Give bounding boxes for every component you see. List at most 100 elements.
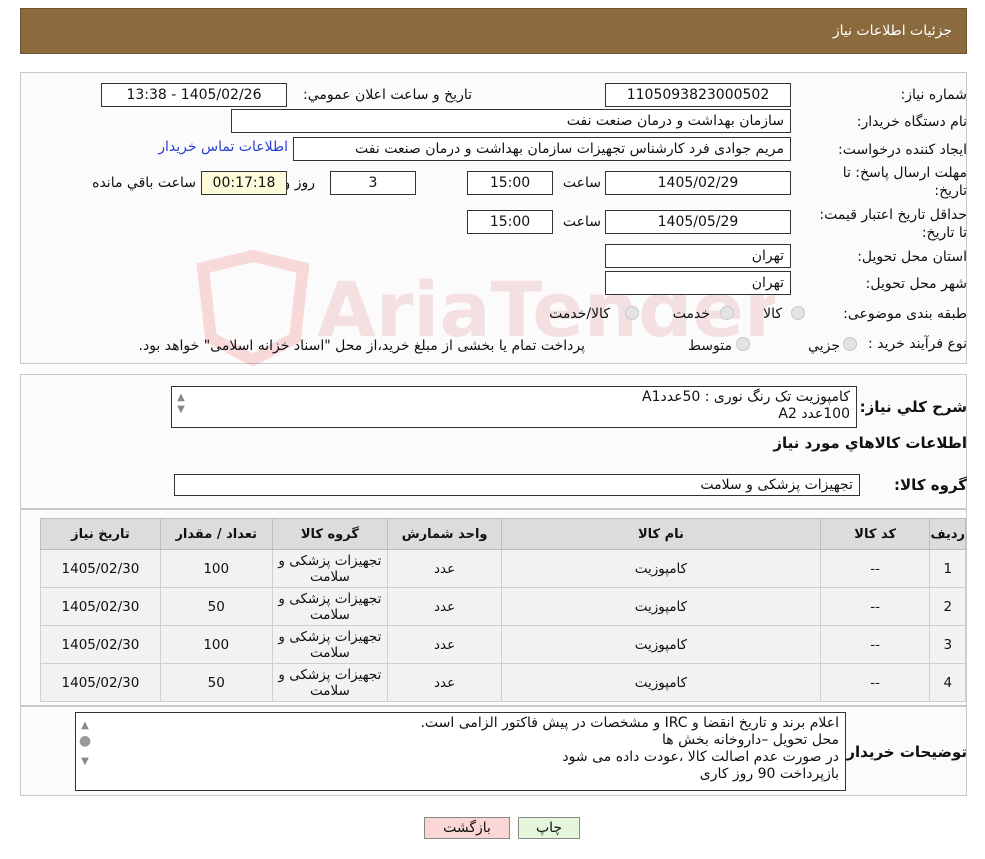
process-payment-note: پرداخت تمام یا بخشی از مبلغ خرید،از محل …	[138, 338, 585, 354]
announce-datetime-field: 1405/02/26 - 13:38	[101, 83, 287, 107]
notes-line-1: اعلام برند و تاریخ انقضا و IRC و مشخصات …	[420, 715, 839, 731]
category-goods-service-radio[interactable]	[625, 306, 639, 320]
summary-scroll-down-icon[interactable]: ▼	[174, 401, 188, 418]
page-title: جزئیات اطلاعات نیاز	[832, 23, 952, 39]
price-validity-label: حداقل تاریخ اعتبار قیمت: تا تاریخ:	[819, 207, 967, 241]
category-service-label: خدمت	[672, 306, 710, 322]
announce-datetime-label: تاریخ و ساعت اعلان عمومي:	[303, 87, 472, 103]
category-service-radio[interactable]	[720, 306, 734, 320]
deadline-time-label: ساعت	[562, 175, 601, 191]
goods-group-label: گروه کالا:	[894, 476, 967, 494]
process-medium-label: متوسط	[688, 338, 732, 354]
cell-need-date: 1405/02/30	[40, 663, 161, 702]
price-validity-time-field: 15:00	[467, 210, 553, 234]
cell-row: 2	[929, 587, 966, 626]
cell-name: کامپوزیت	[500, 587, 821, 626]
category-label: طبقه بندی موضوعی:	[843, 306, 967, 322]
city-field: تهران	[605, 271, 791, 295]
province-label: استان محل تحویل:	[857, 249, 967, 265]
cell-code: --	[819, 587, 931, 626]
buyer-notes-textarea[interactable]: ▲ ● ▼ اعلام برند و تاریخ انقضا و IRC و م…	[75, 712, 846, 791]
cell-row: 1	[929, 549, 966, 588]
deadline-time-field: 15:00	[467, 171, 553, 195]
col-quantity: تعداد / مقدار	[159, 518, 273, 550]
days-remaining-field: 3	[330, 171, 416, 195]
cell-group: تجهیزات پزشکی و سلامت	[271, 587, 389, 626]
cell-need-date: 1405/02/30	[40, 587, 161, 626]
cell-code: --	[819, 549, 931, 588]
cell-name: کامپوزیت	[500, 663, 821, 702]
buyer-contact-link[interactable]: اطلاعات تماس خریدار	[158, 139, 288, 155]
price-validity-time-label: ساعت	[562, 214, 601, 230]
buyer-org-field: سازمان بهداشت و درمان صنعت نفت	[231, 109, 791, 133]
cell-quantity: 100	[159, 549, 273, 588]
creator-field: مریم جوادی فرد کارشناس تجهیزات سازمان به…	[293, 137, 791, 161]
province-field: تهران	[605, 244, 791, 268]
process-type-label: نوع فرآیند خرید :	[868, 336, 967, 352]
back-button[interactable]: بازگشت	[424, 817, 510, 839]
deadline-date-field: 1405/02/29	[605, 171, 791, 195]
city-label: شهر محل تحویل:	[865, 276, 967, 292]
cell-unit: عدد	[387, 663, 502, 702]
cell-group: تجهیزات پزشکی و سلامت	[271, 663, 389, 702]
category-goods-label: کالا	[763, 306, 782, 322]
cell-code: --	[819, 663, 931, 702]
cell-unit: عدد	[387, 625, 502, 664]
deadline-label: مهلت ارسال پاسخ: تا تاریخ:	[842, 165, 967, 199]
page-header: جزئیات اطلاعات نیاز	[20, 8, 967, 54]
remaining-time-field: 00:17:18	[201, 171, 287, 195]
need-number-field: 1105093823000502	[605, 83, 791, 107]
print-button[interactable]: چاپ	[518, 817, 580, 839]
cell-group: تجهیزات پزشکی و سلامت	[271, 549, 389, 588]
items-table: ردیف کد کالا نام کالا واحد شمارش گروه کا…	[40, 518, 966, 702]
category-goods-radio[interactable]	[791, 306, 805, 320]
remaining-time-label: ساعت باقي مانده	[92, 175, 196, 191]
notes-line-3: در صورت عدم اصالت کالا ،عودت داده می شود	[562, 749, 839, 765]
notes-line-2: محل تحویل –داروخانه بخش ها	[661, 732, 839, 748]
col-name: نام کالا	[500, 518, 821, 550]
process-minor-label: جزيي	[808, 338, 840, 354]
category-goods-service-label: کالا/خدمت	[549, 306, 610, 322]
cell-row: 3	[929, 625, 966, 664]
cell-need-date: 1405/02/30	[40, 549, 161, 588]
cell-quantity: 50	[159, 663, 273, 702]
summary-line-1: کامپوزیت تک رنگ نوری : 50عددA1	[642, 389, 850, 405]
table-row: 3 -- کامپوزیت عدد تجهیزات پزشکی و سلامت …	[40, 625, 966, 664]
summary-line-2: 100عدد A2	[778, 406, 850, 422]
cell-unit: عدد	[387, 549, 502, 588]
days-label: روز و	[283, 175, 316, 191]
items-table-header: ردیف کد کالا نام کالا واحد شمارش گروه کا…	[40, 518, 966, 550]
cell-group: تجهیزات پزشکی و سلامت	[271, 625, 389, 664]
cell-unit: عدد	[387, 587, 502, 626]
table-row: 1 -- کامپوزیت عدد تجهیزات پزشکی و سلامت …	[40, 549, 966, 588]
summary-title-label: شرح كلي نياز:	[859, 398, 967, 416]
notes-scroll-down-icon[interactable]: ▼	[78, 753, 92, 770]
table-row: 4 -- کامپوزیت عدد تجهیزات پزشکی و سلامت …	[40, 663, 966, 702]
col-need-date: تاریخ نیاز	[40, 518, 161, 550]
notes-scroll-thumb-icon[interactable]: ●	[78, 733, 92, 750]
need-number-label: شماره نیاز:	[900, 87, 968, 103]
notes-scroll-up-icon[interactable]: ▲	[78, 717, 92, 734]
price-validity-date-field: 1405/05/29	[605, 210, 791, 234]
process-minor-radio[interactable]	[843, 337, 857, 351]
table-row: 2 -- کامپوزیت عدد تجهیزات پزشکی و سلامت …	[40, 587, 966, 626]
buyer-org-label: نام دستگاه خریدار:	[856, 114, 967, 130]
col-unit: واحد شمارش	[387, 518, 502, 550]
cell-name: کامپوزیت	[500, 549, 821, 588]
process-medium-radio[interactable]	[736, 337, 750, 351]
notes-line-4: بازپرداخت 90 روز کاری	[699, 766, 839, 782]
creator-label: ایجاد کننده درخواست:	[838, 142, 967, 158]
col-code: کد کالا	[819, 518, 931, 550]
goods-info-title: اطلاعات کالاهاي مورد نياز	[773, 434, 967, 452]
buyer-notes-label: توضیحات خریدار:	[840, 743, 967, 761]
cell-row: 4	[929, 663, 966, 702]
cell-quantity: 50	[159, 587, 273, 626]
cell-need-date: 1405/02/30	[40, 625, 161, 664]
cell-quantity: 100	[159, 625, 273, 664]
goods-group-field: تجهیزات پزشکی و سلامت	[174, 474, 860, 496]
col-group: گروه کالا	[271, 518, 389, 550]
col-row: ردیف	[929, 518, 966, 550]
cell-name: کامپوزیت	[500, 625, 821, 664]
summary-textarea[interactable]: ▲ ▼ کامپوزیت تک رنگ نوری : 50عددA1 100عد…	[171, 386, 857, 428]
cell-code: --	[819, 625, 931, 664]
